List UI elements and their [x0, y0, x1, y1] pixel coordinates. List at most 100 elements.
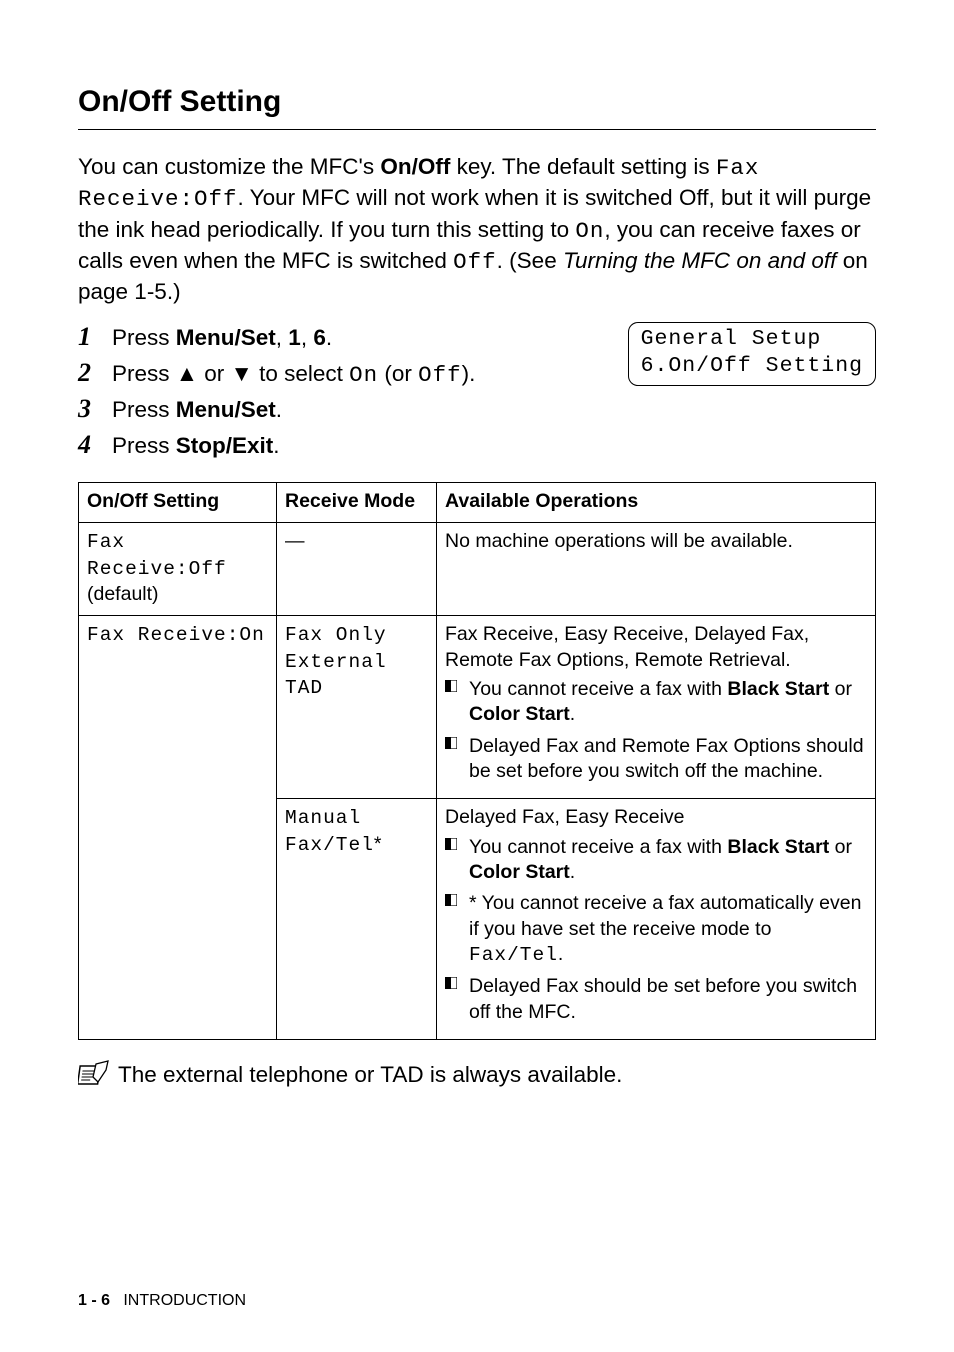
note-text: The external telephone or TAD is always … — [118, 1060, 622, 1089]
square-bullet-icon — [445, 734, 469, 785]
default-label: (default) — [87, 583, 159, 605]
t: ). — [462, 361, 476, 386]
t: You can customize the MFC's — [78, 154, 380, 179]
mono: Off — [453, 249, 497, 275]
mono: Fax Receive:On — [87, 624, 265, 646]
step-text: Press Stop/Exit. — [112, 431, 616, 460]
b: 6 — [313, 325, 326, 350]
steps-list: 1 Press Menu/Set, 1, 6. 2 Press ▲ or ▼ t… — [78, 320, 616, 464]
bullet-text: You cannot receive a fax with Black Star… — [469, 835, 867, 886]
xref: Turning the MFC on and off — [563, 248, 836, 273]
step-num: 2 — [78, 356, 112, 390]
mono-line: External TAD — [285, 651, 387, 699]
cell-ops: Delayed Fax, Easy Receive You cannot rec… — [437, 799, 876, 1040]
ops-intro: Fax Receive, Easy Receive, Delayed Fax, … — [445, 622, 867, 673]
square-bullet-icon — [445, 891, 469, 968]
page-footer: 1 - 6 INTRODUCTION — [78, 1291, 246, 1312]
ops-intro: Delayed Fax, Easy Receive — [445, 805, 867, 830]
t: Press ▲ or ▼ to select — [112, 361, 349, 386]
square-bullet-icon — [445, 677, 469, 728]
step-4: 4 Press Stop/Exit. — [78, 428, 616, 462]
step-num: 3 — [78, 392, 112, 426]
th-mode: Receive Mode — [277, 482, 437, 522]
t: . — [570, 703, 575, 725]
bullet-text: * You cannot receive a fax automatically… — [469, 891, 867, 968]
t: . — [558, 943, 563, 965]
cell-setting: Fax Receive:Off (default) — [79, 523, 277, 616]
step-num: 1 — [78, 320, 112, 354]
cell-setting: Fax Receive:On — [79, 616, 277, 1040]
cell-ops: Fax Receive, Easy Receive, Delayed Fax, … — [437, 616, 876, 799]
note-icon — [78, 1060, 110, 1088]
t: key. The default setting is — [450, 154, 716, 179]
t: . — [326, 325, 332, 350]
square-bullet-icon — [445, 835, 469, 886]
note-block: The external telephone or TAD is always … — [78, 1060, 876, 1089]
step-text: Press ▲ or ▼ to select On (or Off). — [112, 359, 616, 390]
t: Press — [112, 397, 176, 422]
bullet-list: You cannot receive a fax with Black Star… — [445, 835, 867, 1025]
lcd-line: 6.On/Off Setting — [641, 353, 863, 380]
section-title: On/Off Setting — [78, 82, 876, 130]
b: Color Start — [469, 703, 570, 725]
th-ops: Available Operations — [437, 482, 876, 522]
bullet-text: You cannot receive a fax with Black Star… — [469, 677, 867, 728]
lcd-display: General Setup 6.On/Off Setting — [628, 322, 876, 386]
onoff-bold: On/Off — [380, 154, 450, 179]
b: 1 — [288, 325, 301, 350]
mono: Off — [418, 362, 462, 388]
list-item: You cannot receive a fax with Black Star… — [445, 835, 867, 886]
page-number: 1 - 6 — [78, 1292, 110, 1309]
mono-line: Fax Only — [285, 624, 387, 646]
cell-mode: Fax Only External TAD — [277, 616, 437, 799]
b: Stop/Exit — [176, 433, 274, 458]
list-item: Delayed Fax and Remote Fax Options shoul… — [445, 734, 867, 785]
b: Menu/Set — [176, 325, 276, 350]
b: Black Start — [727, 836, 829, 858]
b: Black Start — [727, 678, 829, 700]
intro-paragraph: You can customize the MFC's On/Off key. … — [78, 152, 876, 306]
step-3: 3 Press Menu/Set. — [78, 392, 616, 426]
cell-ops: No machine operations will be available. — [437, 523, 876, 616]
mono: On — [349, 362, 378, 388]
mono: Fax Receive:Off — [87, 531, 227, 579]
cell-mode: — — [277, 523, 437, 616]
t: (or — [378, 361, 418, 386]
table-header-row: On/Off Setting Receive Mode Available Op… — [79, 482, 876, 522]
step-1: 1 Press Menu/Set, 1, 6. — [78, 320, 616, 354]
t: , — [276, 325, 289, 350]
mono-line: Manual — [285, 807, 361, 829]
t: * You cannot receive a fax automatically… — [469, 892, 861, 939]
t: . — [276, 397, 282, 422]
step-text: Press Menu/Set. — [112, 395, 616, 424]
bullet-text: Delayed Fax should be set before you swi… — [469, 974, 867, 1025]
t: . — [570, 861, 575, 883]
list-item: Delayed Fax should be set before you swi… — [445, 974, 867, 1025]
bullet-text: Delayed Fax and Remote Fax Options shoul… — [469, 734, 867, 785]
t: . — [273, 433, 279, 458]
bullet-list: You cannot receive a fax with Black Star… — [445, 677, 867, 784]
table-row: Fax Receive:On Fax Only External TAD Fax… — [79, 616, 876, 799]
asterisk: * — [374, 833, 382, 855]
mono-line: Fax/Tel — [285, 834, 374, 856]
th-setting: On/Off Setting — [79, 482, 277, 522]
b: Menu/Set — [176, 397, 276, 422]
t: You cannot receive a fax with — [469, 678, 727, 700]
list-item: * You cannot receive a fax automatically… — [445, 891, 867, 968]
t: , — [301, 325, 314, 350]
b: Color Start — [469, 861, 570, 883]
cell-mode: Manual Fax/Tel* — [277, 799, 437, 1040]
square-bullet-icon — [445, 974, 469, 1025]
t: Press — [112, 325, 176, 350]
step-2: 2 Press ▲ or ▼ to select On (or Off). — [78, 356, 616, 390]
t: Press — [112, 433, 176, 458]
t: You cannot receive a fax with — [469, 836, 727, 858]
step-text: Press Menu/Set, 1, 6. — [112, 323, 616, 352]
mono: Fax/Tel — [469, 944, 558, 966]
t: or — [829, 678, 852, 700]
table-row: Fax Receive:Off (default) — No machine o… — [79, 523, 876, 616]
step-num: 4 — [78, 428, 112, 462]
chapter-label: INTRODUCTION — [123, 1292, 246, 1309]
t: . (See — [497, 248, 563, 273]
list-item: You cannot receive a fax with Black Star… — [445, 677, 867, 728]
